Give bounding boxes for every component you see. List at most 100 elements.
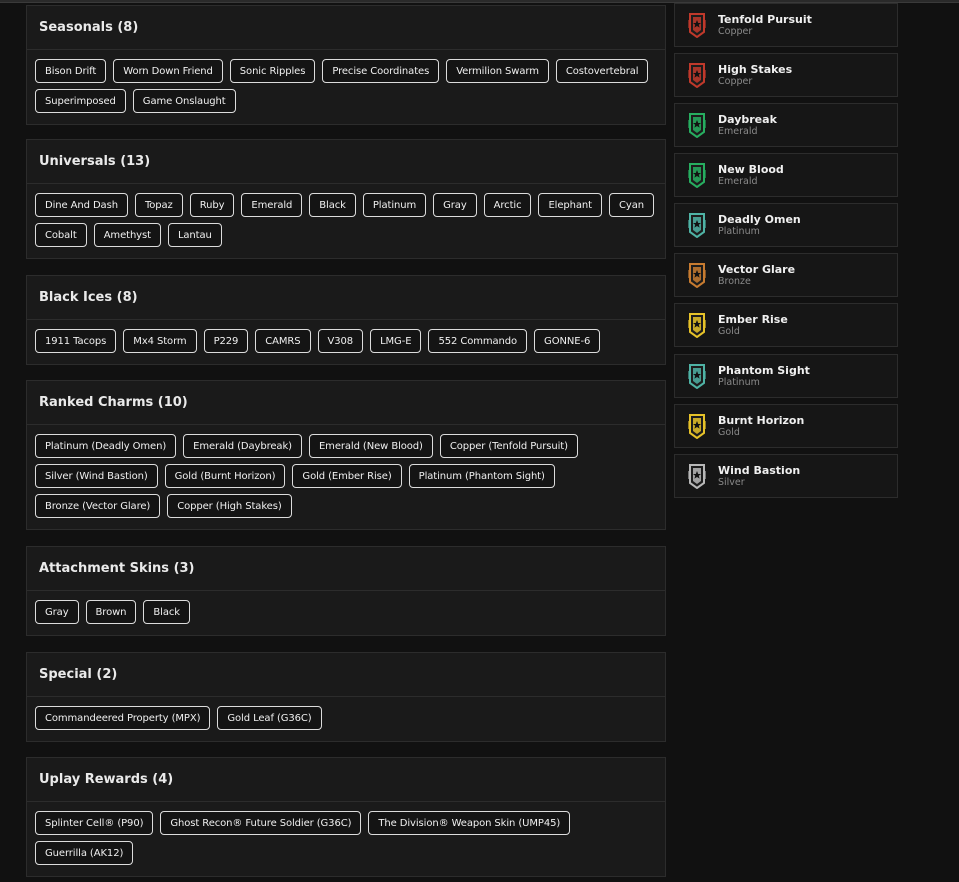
chip-list: Gray Brown Black	[27, 591, 665, 633]
item-chip[interactable]: GONNE-6	[534, 329, 601, 353]
item-chip[interactable]: Game Onslaught	[132, 89, 236, 113]
charm-name: Tenfold Pursuit	[718, 12, 812, 26]
charm-card[interactable]: High Stakes Copper	[674, 53, 898, 97]
item-chip[interactable]: Cyan	[609, 193, 654, 217]
item-chip[interactable]: Gold Leaf (G36C)	[217, 706, 322, 730]
emerald-rank-icon	[686, 161, 708, 189]
chip-list: Platinum (Deadly Omen) Emerald (Daybreak)…	[27, 425, 665, 527]
charm-card[interactable]: Tenfold Pursuit Copper	[674, 3, 898, 47]
item-chip[interactable]: Silver (Wind Bastion)	[35, 464, 158, 488]
item-chip[interactable]: Bronze (Vector Glare)	[35, 494, 161, 518]
charm-name: High Stakes	[718, 62, 793, 76]
charm-name: Daybreak	[718, 112, 777, 126]
charm-tier: Platinum	[718, 376, 760, 388]
charm-tier: Emerald	[718, 125, 758, 137]
item-chip[interactable]: Amethyst	[93, 223, 161, 247]
gold-rank-icon	[686, 311, 708, 339]
item-chip[interactable]: Platinum (Phantom Sight)	[408, 464, 555, 488]
item-chip[interactable]: Copper (High Stakes)	[167, 494, 292, 518]
charm-name: Vector Glare	[718, 262, 796, 276]
item-chip[interactable]: Mx4 Storm	[123, 329, 197, 353]
charm-tier: Copper	[718, 75, 753, 87]
item-chip[interactable]: Black	[143, 600, 190, 624]
section-ranked-charms: Ranked Charms (10) Platinum (Deadly Omen…	[26, 380, 666, 530]
section-title: Attachment Skins (3)	[27, 547, 665, 591]
charm-card[interactable]: Daybreak Emerald	[674, 103, 898, 147]
item-chip[interactable]: Splinter Cell® (P90)	[35, 811, 154, 835]
section-black-ices: Black Ices (8) 1911 Tacops Mx4 Storm P229 C…	[26, 275, 666, 365]
charm-name: Ember Rise	[718, 312, 788, 326]
item-chip[interactable]: Cobalt	[35, 223, 87, 247]
item-chip[interactable]: Copper (Tenfold Pursuit)	[439, 434, 578, 458]
item-chip[interactable]: Platinum (Deadly Omen)	[35, 434, 177, 458]
charm-name: Deadly Omen	[718, 212, 801, 226]
section-universals: Universals (13) Dine And Dash Topaz Ruby Em…	[26, 139, 666, 259]
charm-card[interactable]: Burnt Horizon Gold	[674, 404, 898, 448]
item-chip[interactable]: V308	[317, 329, 364, 353]
item-chip[interactable]: Ruby	[189, 193, 235, 217]
charm-tier: Gold	[718, 325, 740, 337]
section-seasonals: Seasonals (8) Bison Drift Worn Down Frien…	[26, 5, 666, 125]
item-chip[interactable]: Dine And Dash	[35, 193, 128, 217]
item-chip[interactable]: 1911 Tacops	[35, 329, 117, 353]
item-chip[interactable]: Brown	[85, 600, 137, 624]
item-chip[interactable]: Vermilion Swarm	[446, 59, 549, 83]
item-chip[interactable]: Commandeered Property (MPX)	[35, 706, 211, 730]
item-chip[interactable]: Topaz	[134, 193, 183, 217]
gold-rank-icon	[686, 412, 708, 440]
charm-card[interactable]: Wind Bastion Silver	[674, 454, 898, 498]
item-chip[interactable]: Gold (Burnt Horizon)	[164, 464, 286, 488]
item-chip[interactable]: CAMRS	[255, 329, 311, 353]
silver-rank-icon	[686, 462, 708, 490]
section-special: Special (2) Commandeered Property (MPX) G…	[26, 652, 666, 742]
section-attachment-skins: Attachment Skins (3) Gray Brown Black	[26, 546, 666, 636]
charm-tier: Platinum	[718, 225, 760, 237]
item-chip[interactable]: Costovertebral	[555, 59, 649, 83]
item-chip[interactable]: The Division® Weapon Skin (UMP45)	[368, 811, 571, 835]
platinum-rank-icon	[686, 362, 708, 390]
item-chip[interactable]: P229	[203, 329, 249, 353]
item-chip[interactable]: Bison Drift	[35, 59, 107, 83]
section-uplay-rewards: Uplay Rewards (4) Splinter Cell® (P90) Gh…	[26, 757, 666, 877]
section-title: Ranked Charms (10)	[27, 381, 665, 425]
charm-tier: Emerald	[718, 175, 758, 187]
section-title: Seasonals (8)	[27, 6, 665, 50]
charm-card[interactable]: New Blood Emerald	[674, 153, 898, 197]
item-chip[interactable]: Arctic	[483, 193, 532, 217]
charm-tier: Gold	[718, 426, 740, 438]
section-title: Universals (13)	[27, 140, 665, 184]
item-chip[interactable]: Lantau	[167, 223, 222, 247]
item-chip[interactable]: Gray	[35, 600, 79, 624]
chip-list: Commandeered Property (MPX) Gold Leaf (G3…	[27, 697, 665, 739]
copper-rank-icon	[686, 11, 708, 39]
charm-card[interactable]: Deadly Omen Platinum	[674, 203, 898, 247]
item-chip[interactable]: Ghost Recon® Future Soldier (G36C)	[160, 811, 362, 835]
item-chip[interactable]: LMG-E	[370, 329, 422, 353]
item-chip[interactable]: Superimposed	[35, 89, 126, 113]
charm-name: Wind Bastion	[718, 463, 801, 477]
item-chip[interactable]: Emerald (Daybreak)	[183, 434, 302, 458]
platinum-rank-icon	[686, 211, 708, 239]
item-chip[interactable]: Gold (Ember Rise)	[292, 464, 402, 488]
charm-name: Burnt Horizon	[718, 413, 805, 427]
section-title: Uplay Rewards (4)	[27, 758, 665, 802]
charm-card[interactable]: Ember Rise Gold	[674, 303, 898, 347]
item-chip[interactable]: Worn Down Friend	[113, 59, 223, 83]
item-chip[interactable]: Sonic Ripples	[229, 59, 316, 83]
charm-card[interactable]: Phantom Sight Platinum	[674, 354, 898, 398]
item-chip[interactable]: Emerald (New Blood)	[308, 434, 433, 458]
item-chip[interactable]: Guerrilla (AK12)	[35, 841, 134, 865]
charm-card[interactable]: Vector Glare Bronze	[674, 253, 898, 297]
item-chip[interactable]: 552 Commando	[428, 329, 528, 353]
item-chip[interactable]: Black	[309, 193, 356, 217]
chip-list: 1911 Tacops Mx4 Storm P229 CAMRS V308 LMG-E 55…	[27, 320, 665, 362]
item-chip[interactable]: Precise Coordinates	[322, 59, 440, 83]
chip-list: Splinter Cell® (P90) Ghost Recon® Future …	[27, 802, 665, 874]
item-chip[interactable]: Platinum	[362, 193, 427, 217]
charm-tier: Copper	[718, 25, 753, 37]
item-chip[interactable]: Elephant	[538, 193, 602, 217]
charm-name: Phantom Sight	[718, 363, 810, 377]
item-chip[interactable]: Emerald	[241, 193, 303, 217]
charm-name: New Blood	[718, 162, 784, 176]
item-chip[interactable]: Gray	[433, 193, 477, 217]
